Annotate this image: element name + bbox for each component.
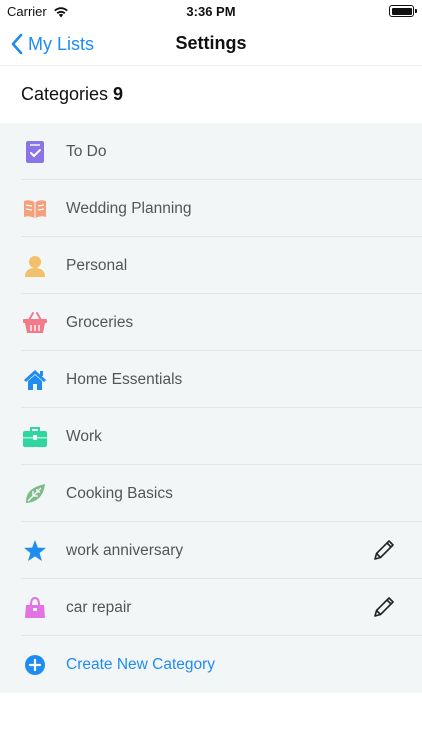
open-book-icon — [20, 194, 50, 224]
category-label: Home Essentials — [66, 370, 183, 388]
category-item-to-do[interactable]: To Do — [0, 123, 422, 180]
star-icon — [20, 536, 50, 566]
edit-pencil-icon[interactable] — [372, 595, 396, 619]
category-item-wedding-planning[interactable]: Wedding Planning — [0, 180, 422, 237]
category-label: Groceries — [66, 313, 134, 331]
category-item-work-anniversary[interactable]: work anniversary — [0, 522, 422, 579]
category-list: To Do Wedding Planning Personal Grocerie… — [0, 123, 422, 693]
todo-note-icon — [20, 137, 50, 167]
briefcase-icon — [20, 422, 50, 452]
create-category-button[interactable]: Create New Category — [0, 636, 422, 693]
person-icon — [20, 251, 50, 281]
category-label: Cooking Basics — [66, 484, 173, 502]
category-label: Wedding Planning — [66, 199, 192, 217]
categories-label: Categories — [21, 84, 109, 104]
category-item-groceries[interactable]: Groceries — [0, 294, 422, 351]
category-label: car repair — [66, 598, 132, 616]
category-item-personal[interactable]: Personal — [0, 237, 422, 294]
categories-count: 9 — [113, 84, 124, 104]
handbag-icon — [20, 593, 50, 623]
navigation-bar: My Lists Settings — [0, 22, 422, 66]
category-item-home-essentials[interactable]: Home Essentials — [0, 351, 422, 408]
category-label: work anniversary — [66, 541, 184, 559]
category-label: Work — [66, 427, 102, 445]
categories-header: Categories 9 — [0, 66, 422, 123]
category-item-car-repair[interactable]: car repair — [0, 579, 422, 636]
battery-icon — [389, 5, 417, 17]
basket-icon — [20, 308, 50, 338]
create-category-label: Create New Category — [66, 655, 216, 673]
edit-pencil-icon[interactable] — [372, 538, 396, 562]
category-item-cooking-basics[interactable]: Cooking Basics — [0, 465, 422, 522]
page-title: Settings — [175, 33, 247, 53]
plus-circle-icon — [20, 650, 50, 680]
house-icon — [20, 365, 50, 395]
category-label: To Do — [66, 142, 107, 160]
category-item-work[interactable]: Work — [0, 408, 422, 465]
leaf-icon — [20, 479, 50, 509]
status-bar: Carrier 3:36 PM — [0, 0, 422, 22]
category-label: Personal — [66, 256, 128, 274]
status-time: 3:36 PM — [186, 4, 236, 19]
